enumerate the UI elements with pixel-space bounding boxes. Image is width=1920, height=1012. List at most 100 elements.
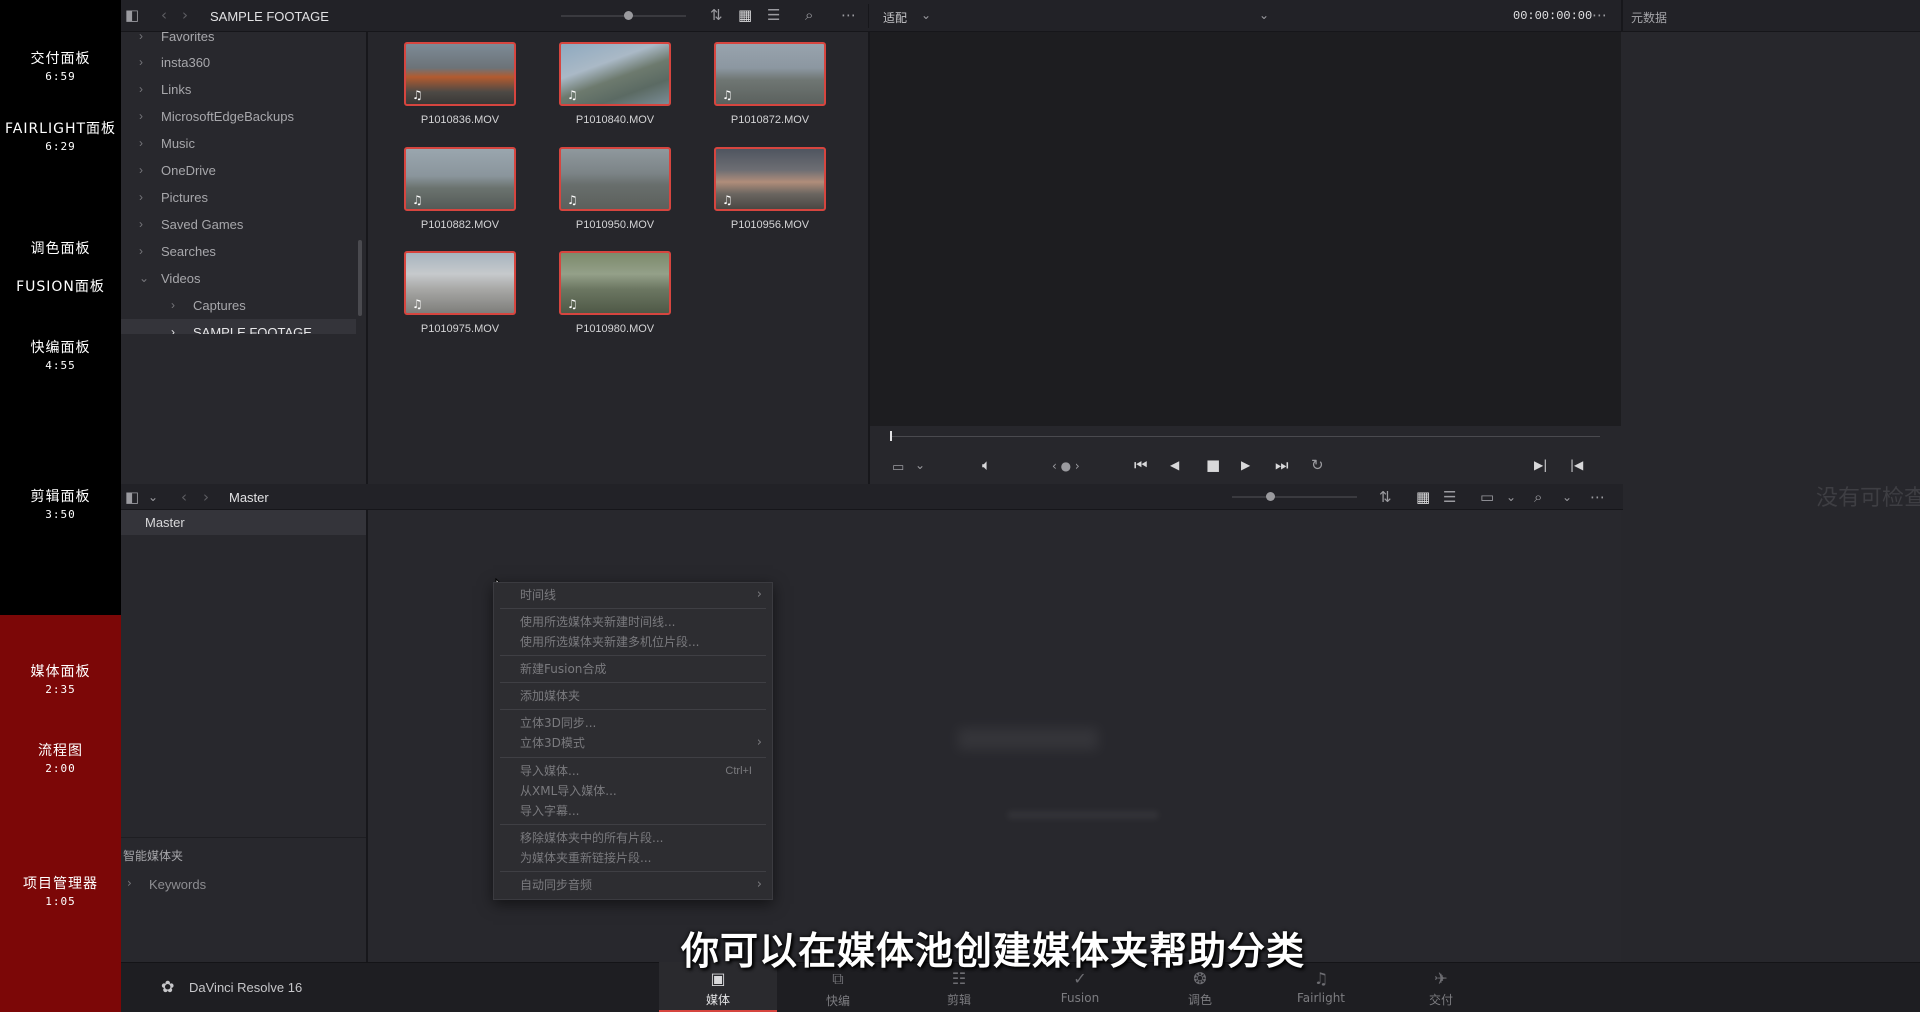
smart-bin-keywords[interactable]: › Keywords — [121, 872, 366, 896]
forward-arrow-icon[interactable]: › — [203, 490, 209, 505]
skip-to-end-icon[interactable]: ⏭︎ — [1275, 458, 1289, 473]
tree-item-microsoftedgebackups[interactable]: › MicrosoftEdgeBackups — [139, 103, 294, 130]
clip-thumbnail-card[interactable]: ♫ P1010950.MOV — [550, 147, 680, 231]
mark-out-icon[interactable]: |◀ — [1570, 458, 1583, 473]
play-icon[interactable]: ▶ — [1241, 458, 1250, 473]
chapter-rail: 交付面板 6:59 FAIRLIGHT面板 6:29 调色面板 FUSION面板 快… — [0, 0, 121, 1012]
menu-item-new-timeline-from-bin[interactable]: 使用所选媒体夹新建时间线... — [520, 612, 675, 632]
chevron-down-icon[interactable]: ⌄ — [915, 458, 925, 473]
thumbnail-size-slider-knob[interactable] — [624, 11, 633, 20]
back-arrow-icon[interactable]: ‹ — [181, 490, 187, 505]
viewer-scrubber[interactable] — [890, 436, 1600, 437]
list-view-icon[interactable]: ☰ — [1443, 490, 1456, 505]
search-icon[interactable]: ⌕ — [1534, 490, 1542, 505]
sort-icon[interactable]: ⇅ — [1379, 490, 1392, 505]
caret-right-icon: › — [139, 190, 143, 204]
panel-toggle-icon[interactable]: ◧ — [125, 490, 139, 505]
more-options-icon[interactable]: ⋯ — [1590, 490, 1605, 505]
tree-item-insta360[interactable]: › insta360 — [139, 49, 210, 76]
playhead[interactable] — [890, 431, 892, 441]
tree-scrollbar[interactable] — [358, 240, 362, 316]
caret-right-icon: › — [139, 32, 143, 43]
jog-wheel-icon[interactable]: ‹ ● › — [1052, 459, 1080, 474]
sort-icon[interactable]: ⇅ — [710, 8, 723, 23]
tree-item-sample-footage[interactable]: › SAMPLE FOOTAGE — [171, 319, 312, 334]
pool-thumbnail-slider-knob[interactable] — [1266, 492, 1275, 501]
tree-item-onedrive[interactable]: › OneDrive — [139, 157, 216, 184]
chapter-cut[interactable]: 快编面板 4:55 — [0, 339, 121, 373]
caret-right-icon: › — [139, 244, 143, 258]
tree-item-searches[interactable]: › Searches — [139, 238, 216, 265]
chapter-fairlight[interactable]: FAIRLIGHT面板 6:29 — [0, 120, 121, 154]
viewer-canvas[interactable] — [870, 32, 1621, 426]
menu-item-new-fusion-comp[interactable]: 新建Fusion合成 — [520, 659, 606, 679]
chapter-edit[interactable]: 剪辑面板 3:50 — [0, 488, 121, 522]
menu-item-remove-all-clips[interactable]: 移除媒体夹中的所有片段... — [520, 828, 663, 848]
forward-arrow-icon[interactable]: › — [182, 8, 188, 23]
filmstrip-view-icon[interactable]: ▭ — [1480, 490, 1494, 505]
menu-item-import-subtitles[interactable]: 导入字幕... — [520, 801, 579, 821]
chapter-project-manager[interactable]: 项目管理器 1:05 — [0, 875, 121, 909]
chapter-flowchart[interactable]: 流程图 2:00 — [0, 742, 121, 776]
tree-item-saved-games[interactable]: › Saved Games — [139, 211, 243, 238]
menu-item-import-media[interactable]: 导入媒体... Ctrl+I — [520, 761, 752, 781]
viewer-mode-icon[interactable]: ▭ — [892, 460, 904, 475]
clip-thumbnail-card[interactable]: ♫ P1010956.MOV — [705, 147, 835, 231]
tree-item-videos[interactable]: ⌄ Videos — [139, 265, 201, 292]
list-view-icon[interactable]: ☰ — [767, 8, 780, 23]
clip-thumbnail-card[interactable]: ♫ P1010836.MOV — [395, 42, 525, 126]
clip-thumbnail-card[interactable]: ♫ P1010980.MOV — [550, 251, 680, 335]
clip-dropdown-chevron-icon[interactable]: ⌄ — [1259, 8, 1269, 23]
menu-item-add-bin[interactable]: 添加媒体夹 — [520, 686, 580, 706]
chapter-deliver[interactable]: 交付面板 6:59 — [0, 50, 121, 84]
chevron-down-icon[interactable]: ⌄ — [1506, 490, 1516, 505]
search-icon[interactable]: ⌕ — [805, 8, 813, 23]
chapter-color[interactable]: 调色面板 — [0, 240, 121, 259]
chapter-media[interactable]: 媒体面板 2:35 — [0, 663, 121, 697]
chapter-fusion[interactable]: FUSION面板 — [0, 278, 121, 297]
menu-item-new-multicam-from-bin[interactable]: 使用所选媒体夹新建多机位片段... — [520, 632, 699, 652]
back-arrow-icon[interactable]: ‹ — [161, 8, 167, 23]
chevron-down-icon[interactable]: ⌄ — [1562, 490, 1572, 505]
skip-to-start-icon[interactable]: ⏮︎ — [1134, 458, 1148, 473]
clip-thumbnail: ♫ — [404, 147, 516, 211]
menu-item-stereo-3d-sync[interactable]: 立体3D同步... — [520, 713, 596, 733]
grid-view-icon[interactable]: ▦ — [1416, 490, 1430, 505]
more-options-icon[interactable]: ⋯ — [841, 8, 856, 23]
grid-view-icon[interactable]: ▦ — [738, 8, 752, 23]
clip-thumbnail-card[interactable]: ♫ P1010882.MOV — [395, 147, 525, 231]
clip-thumbnail-card[interactable]: ♫ P1010840.MOV — [550, 42, 680, 126]
viewer-fit-dropdown[interactable]: 适配 — [883, 9, 907, 26]
tree-item-music[interactable]: › Music — [139, 130, 195, 157]
chevron-down-icon[interactable]: ⌄ — [148, 490, 158, 505]
clip-thumbnail-card[interactable]: ♫ P1010975.MOV — [395, 251, 525, 335]
pool-thumbnail-slider[interactable] — [1232, 496, 1357, 498]
mark-in-icon[interactable]: ▶| — [1534, 458, 1547, 473]
viewer-options-icon[interactable]: ⋯ — [1592, 8, 1607, 23]
menu-item-relink-clips[interactable]: 为媒体夹重新链接片段... — [520, 848, 651, 868]
chevron-down-icon[interactable]: ⌄ — [921, 8, 931, 23]
play-reverse-icon[interactable]: ◀ — [1170, 458, 1179, 473]
menu-item-import-from-xml[interactable]: 从XML导入媒体... — [520, 781, 617, 801]
volume-icon[interactable]: 🔈︎ — [982, 458, 991, 473]
menu-item-stereo-3d-mode[interactable]: 立体3D模式 — [520, 733, 585, 753]
bin-item-master[interactable]: Master — [121, 510, 366, 535]
menu-shortcut: Ctrl+I — [725, 765, 752, 777]
deliver-page-icon: ✈ — [1434, 969, 1448, 988]
tree-item-links[interactable]: › Links — [139, 76, 191, 103]
loop-icon[interactable]: ↻ — [1311, 458, 1324, 473]
caret-right-icon: › — [139, 163, 143, 177]
media-storage-tree: › Favorites › insta360 › Links › MicrosoftEd… — [121, 32, 366, 386]
music-note-icon: ♫ — [567, 193, 578, 207]
tree-item-favorites[interactable]: › Favorites — [139, 32, 214, 50]
tree-item-pictures[interactable]: › Pictures — [139, 184, 208, 211]
menu-item-auto-sync-audio[interactable]: 自动同步音频 — [520, 875, 592, 895]
page-tab-deliver[interactable]: ✈ 交付 — [1382, 962, 1500, 1012]
metadata-divider — [1621, 0, 1623, 32]
menu-item-timeline[interactable]: 时间线 — [520, 585, 556, 605]
tree-item-captures[interactable]: › Captures — [171, 292, 246, 319]
music-note-icon: ♫ — [412, 297, 423, 311]
stop-icon[interactable]: ■ — [1206, 458, 1220, 473]
clip-thumbnail-card[interactable]: ♫ P1010872.MOV — [705, 42, 835, 126]
panel-toggle-icon[interactable]: ◧ — [125, 8, 139, 23]
